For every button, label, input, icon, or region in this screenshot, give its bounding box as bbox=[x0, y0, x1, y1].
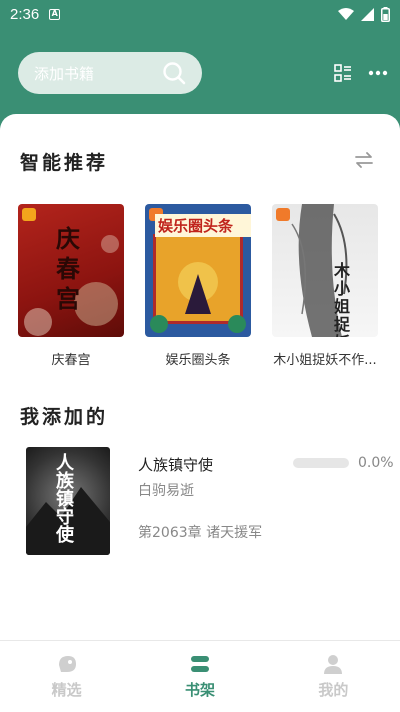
recommend-book-2[interactable]: 娱乐圈头条 娱乐圈头条 bbox=[145, 204, 251, 368]
added-book-author: 白驹易逝 bbox=[138, 483, 194, 499]
notification-icon: A bbox=[49, 8, 61, 20]
added-book-cover[interactable]: 人族镇守使 bbox=[26, 447, 110, 555]
list-view-icon[interactable] bbox=[334, 64, 352, 82]
nav-item-bookshelf[interactable]: 书架 bbox=[133, 641, 266, 712]
nav-label: 书架 bbox=[184, 681, 215, 699]
cover-title: 木小姐捉妖 bbox=[334, 261, 351, 338]
recommend-title: 智能推荐 bbox=[20, 152, 109, 174]
cover-title: 娱乐圈头条 bbox=[155, 214, 251, 237]
search-placeholder: 添加书籍 bbox=[34, 64, 95, 83]
cover-title: 庆春宫 bbox=[56, 224, 80, 313]
reading-progress-text: 0.0% bbox=[358, 455, 394, 471]
profile-icon bbox=[324, 655, 343, 674]
top-bar: 添加书籍 bbox=[0, 40, 400, 110]
reading-progress-bar bbox=[293, 458, 349, 468]
search-icon[interactable] bbox=[162, 61, 186, 85]
battery-icon bbox=[381, 6, 390, 22]
book-cover[interactable]: 娱乐圈头条 bbox=[145, 204, 251, 337]
bookshelf-panel: 智能推荐 庆春宫 庆春宫 娱乐圈头条 娱乐圈头条 木小姐捉 木小姐捉妖不作...… bbox=[0, 114, 400, 644]
added-book-chapter: 第2063章 诸天援军 bbox=[138, 525, 263, 541]
nav-item-featured[interactable]: 精选 bbox=[0, 641, 133, 712]
recommend-book-1[interactable]: 庆春宫 庆春宫 bbox=[18, 204, 124, 368]
source-badge-icon bbox=[276, 208, 290, 221]
book-cover[interactable]: 木小姐捉妖 bbox=[272, 204, 378, 337]
book-cover[interactable]: 庆春宫 bbox=[18, 204, 124, 337]
nav-label: 精选 bbox=[51, 681, 82, 699]
status-time: 2:36 bbox=[10, 5, 40, 23]
more-icon[interactable] bbox=[368, 64, 388, 82]
nav-item-profile[interactable]: 我的 bbox=[267, 641, 400, 712]
recommend-book-3[interactable]: 木小姐捉妖 木小姐捉妖不作... bbox=[272, 204, 378, 368]
cover-art bbox=[291, 204, 348, 337]
book-title: 木小姐捉妖不作... bbox=[273, 353, 377, 368]
bookshelf-icon bbox=[190, 656, 209, 672]
nav-label: 我的 bbox=[318, 681, 349, 699]
signal-icon bbox=[361, 7, 374, 21]
cover-title: 人族镇守使 bbox=[56, 453, 74, 546]
status-bar: 2:36 A bbox=[0, 0, 400, 28]
featured-icon bbox=[58, 656, 76, 672]
refresh-swap-icon[interactable] bbox=[354, 152, 374, 168]
added-book-name: 人族镇守使 bbox=[138, 456, 214, 474]
added-title: 我添加的 bbox=[20, 406, 109, 428]
book-title: 庆春宫 bbox=[51, 353, 91, 368]
added-book-row[interactable]: 人族镇守使 人族镇守使 白驹易逝 第2063章 诸天援军 0.0% bbox=[0, 444, 400, 559]
bottom-nav: 精选 书架 我的 bbox=[0, 640, 400, 712]
search-input[interactable]: 添加书籍 bbox=[18, 52, 202, 94]
book-title: 娱乐圈头条 bbox=[165, 353, 231, 368]
wifi-icon bbox=[338, 7, 354, 20]
